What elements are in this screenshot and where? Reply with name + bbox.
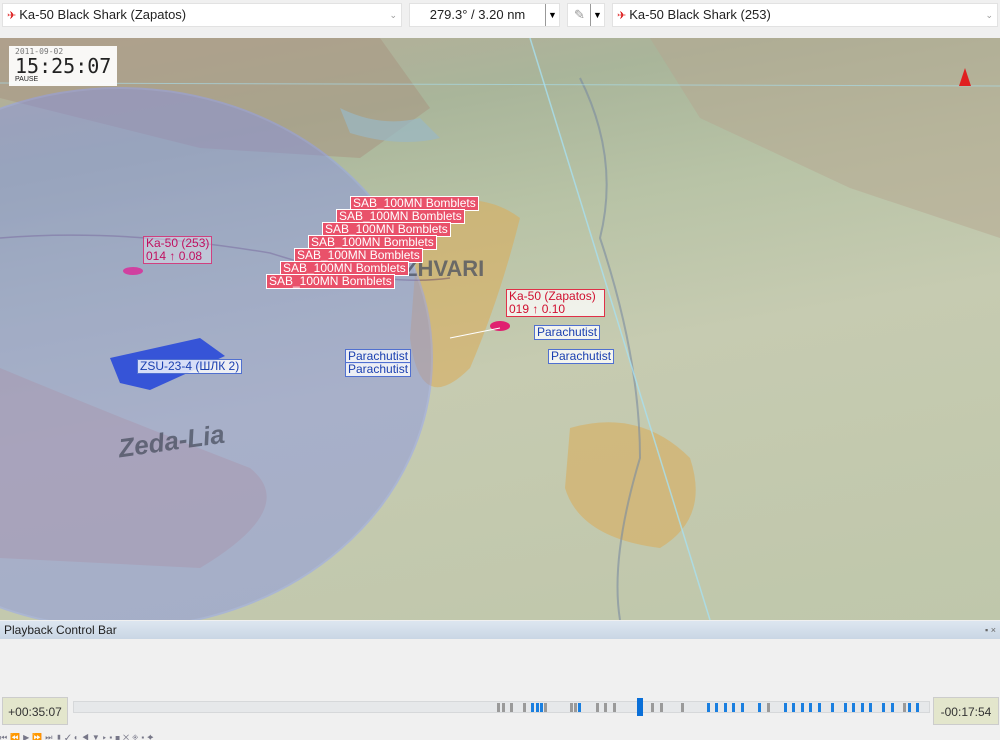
source-unit-select[interactable]: ✈ Ka-50 Black Shark (Zapatos) ⌄ bbox=[2, 3, 402, 27]
parachutist-label[interactable]: Parachutist bbox=[534, 325, 601, 340]
helicopter-icon: ✈ bbox=[7, 10, 17, 22]
timeline-event-marker[interactable] bbox=[569, 703, 573, 712]
weapon-label[interactable]: SAB_100MN Bomblets bbox=[266, 274, 395, 289]
timeline-event-marker[interactable] bbox=[809, 703, 813, 712]
timeline-event-marker[interactable] bbox=[531, 703, 535, 712]
timeline-event-marker[interactable] bbox=[497, 703, 501, 712]
top-toolbar: ✈ Ka-50 Black Shark (Zapatos) ⌄ 279.3° / 3… bbox=[0, 0, 1000, 38]
timeline-event-marker[interactable] bbox=[681, 703, 685, 712]
timeline-event-marker[interactable] bbox=[860, 703, 864, 712]
timeline-event-marker[interactable] bbox=[740, 703, 744, 712]
timeline-event-marker[interactable] bbox=[612, 703, 616, 712]
remaining-time: -00:17:54 bbox=[933, 697, 999, 725]
bearing-range-select[interactable]: 279.3° / 3.20 nm ▼ bbox=[409, 3, 560, 27]
unit-label-ka50-253[interactable]: Ka-50 (253) 014 ↑ 0.08 bbox=[143, 236, 213, 264]
timeline-event-marker[interactable] bbox=[869, 703, 873, 712]
timeline-event-marker[interactable] bbox=[766, 703, 770, 712]
timeline-event-marker[interactable] bbox=[758, 703, 761, 712]
timeline-event-marker[interactable] bbox=[890, 703, 894, 712]
timeline-event-marker[interactable] bbox=[817, 703, 821, 712]
playback-panel-header: Playback Control Bar ▪ × bbox=[0, 621, 1000, 639]
timeline-event-marker[interactable] bbox=[830, 703, 834, 712]
measure-icon: ✎ bbox=[574, 7, 585, 22]
timeline-event-marker[interactable] bbox=[522, 703, 526, 712]
timeline-event-marker[interactable] bbox=[783, 703, 787, 712]
timeline-event-marker[interactable] bbox=[907, 703, 911, 712]
timeline-event-marker[interactable] bbox=[881, 703, 885, 712]
timeline-event-marker[interactable] bbox=[916, 703, 920, 712]
timeline-event-marker[interactable] bbox=[501, 703, 505, 712]
chevron-down-icon: ⌄ bbox=[389, 10, 397, 20]
timeline-event-marker[interactable] bbox=[539, 703, 543, 712]
timeline-event-marker[interactable] bbox=[574, 703, 578, 712]
map-view[interactable]: 2011-09-02 15:25:07 PAUSE ZHVARI Zeda-Li… bbox=[0, 38, 1000, 620]
terrain-layer bbox=[0, 38, 1000, 620]
playhead-handle[interactable] bbox=[637, 698, 643, 716]
timeline-event-marker[interactable] bbox=[792, 703, 796, 712]
timeline-event-marker[interactable] bbox=[843, 703, 847, 712]
sim-clock: 2011-09-02 15:25:07 PAUSE bbox=[9, 46, 117, 86]
timeline-event-marker[interactable] bbox=[715, 703, 719, 712]
timeline-event-marker[interactable] bbox=[723, 703, 727, 712]
timeline-event-marker[interactable] bbox=[800, 703, 804, 712]
timeline-event-marker[interactable] bbox=[510, 703, 514, 712]
elapsed-time: +00:35:07 bbox=[2, 697, 68, 725]
unit-label-ka50-zapatos[interactable]: Ka-50 (Zapatos) 019 ↑ 0.10 bbox=[506, 289, 605, 317]
timeline-event-marker[interactable] bbox=[535, 703, 539, 712]
timeline-event-marker[interactable] bbox=[659, 703, 663, 712]
timeline-event-marker[interactable] bbox=[651, 703, 655, 712]
helicopter-icon: ✈ bbox=[617, 10, 627, 22]
timeline-event-marker[interactable] bbox=[852, 703, 856, 712]
timeline-event-marker[interactable] bbox=[732, 703, 736, 712]
target-unit-select[interactable]: ✈ Ka-50 Black Shark (253) ⌄ bbox=[612, 3, 998, 27]
playback-toolbar[interactable]: ⏮⏪▶⏩⏭▮✓◐◀▼▸▪◼✕◈▪✦ bbox=[0, 733, 400, 740]
dropdown-arrow-icon[interactable]: ▼ bbox=[545, 4, 559, 26]
timeline-slider[interactable] bbox=[73, 698, 930, 716]
parachutist-label[interactable]: Parachutist bbox=[548, 349, 615, 364]
timeline-event-marker[interactable] bbox=[706, 703, 710, 712]
timeline-event-marker[interactable] bbox=[604, 703, 608, 712]
sam-unit-label[interactable]: ZSU-23-4 (ШЛК 2) bbox=[137, 359, 243, 374]
timeline-event-marker[interactable] bbox=[903, 703, 907, 712]
timeline-event-marker[interactable] bbox=[595, 703, 599, 712]
chevron-down-icon: ⌄ bbox=[985, 10, 993, 20]
timeline-event-marker[interactable] bbox=[578, 703, 582, 712]
timeline-event-marker[interactable] bbox=[544, 703, 548, 712]
parachutist-label[interactable]: Parachutist bbox=[345, 362, 412, 377]
pin-close-icon[interactable]: ▪ × bbox=[985, 621, 996, 639]
mode-select[interactable]: ✎ ▼ bbox=[567, 3, 605, 27]
dropdown-arrow-icon[interactable]: ▼ bbox=[590, 4, 604, 26]
